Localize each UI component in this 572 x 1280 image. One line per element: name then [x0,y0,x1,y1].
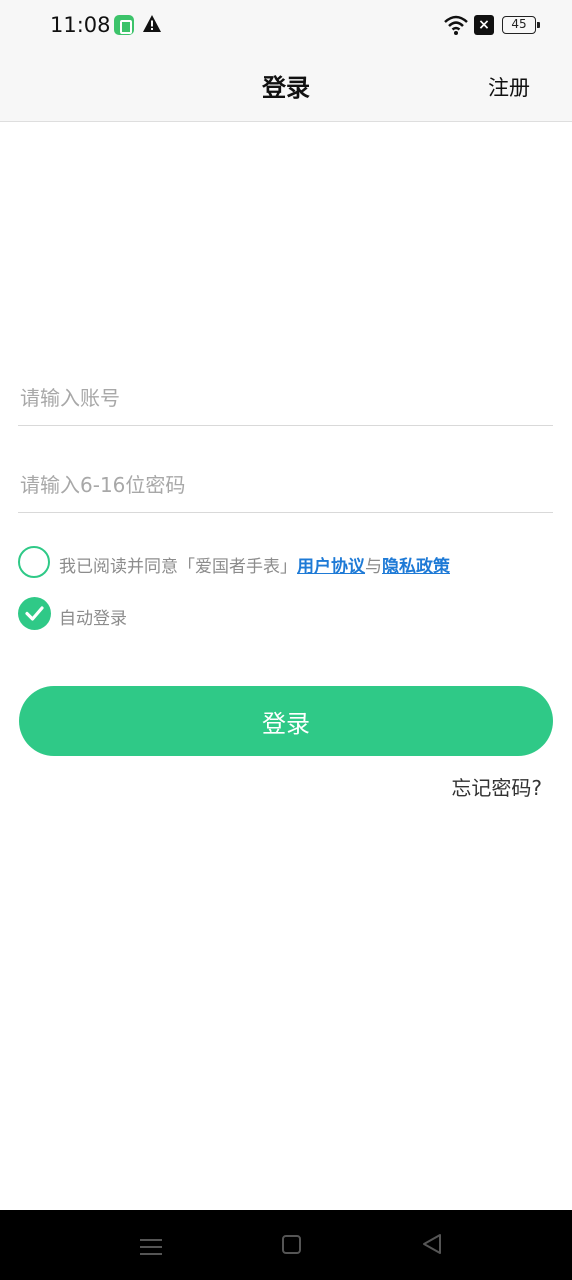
x-icon: × [474,15,494,35]
user-agreement-link[interactable]: 用户协议 [297,557,365,577]
top-bar: 11:08 × 45 登录 注册 [0,0,572,122]
auto-login-label: 自动登录 [59,609,127,629]
status-bar: 11:08 × 45 [0,0,572,52]
battery-icon: 45 [502,16,540,34]
password-input[interactable] [20,465,540,505]
auto-login-checkbox[interactable] [18,597,51,630]
page-title: 登录 [262,74,310,102]
agreement-and: 与 [365,557,382,577]
wifi-icon [444,15,468,35]
auto-login-row: 自动登录 [18,597,318,631]
agreement-checkbox[interactable] [18,546,50,578]
account-field [18,370,553,426]
agreement-row: 我已阅读并同意「爱国者手表」用户协议与隐私政策 [18,545,558,581]
navigation-bar [0,1210,572,1280]
back-icon[interactable] [421,1233,443,1255]
agreement-prefix: 我已阅读并同意「爱国者手表」 [59,557,297,577]
password-field [18,457,553,513]
app-icon [114,15,134,35]
warning-icon [143,15,161,32]
battery-level: 45 [511,17,527,31]
header: 登录 注册 [0,52,572,122]
privacy-policy-link[interactable]: 隐私政策 [382,557,450,577]
login-screen: 11:08 × 45 登录 注册 请输入账号 我已阅读并同意「爱国者手表」用户协… [0,0,572,1280]
home-icon[interactable] [282,1235,301,1254]
agreement-text: 我已阅读并同意「爱国者手表」用户协议与隐私政策 [59,552,450,577]
login-button[interactable]: 登录 [19,686,553,756]
forgot-password-link[interactable]: 忘记密码? [451,772,542,801]
register-button[interactable]: 注册 [488,72,530,102]
menu-icon[interactable] [140,1234,162,1256]
account-input[interactable] [20,378,540,418]
check-icon [25,606,44,621]
status-time: 11:08 [50,13,111,37]
